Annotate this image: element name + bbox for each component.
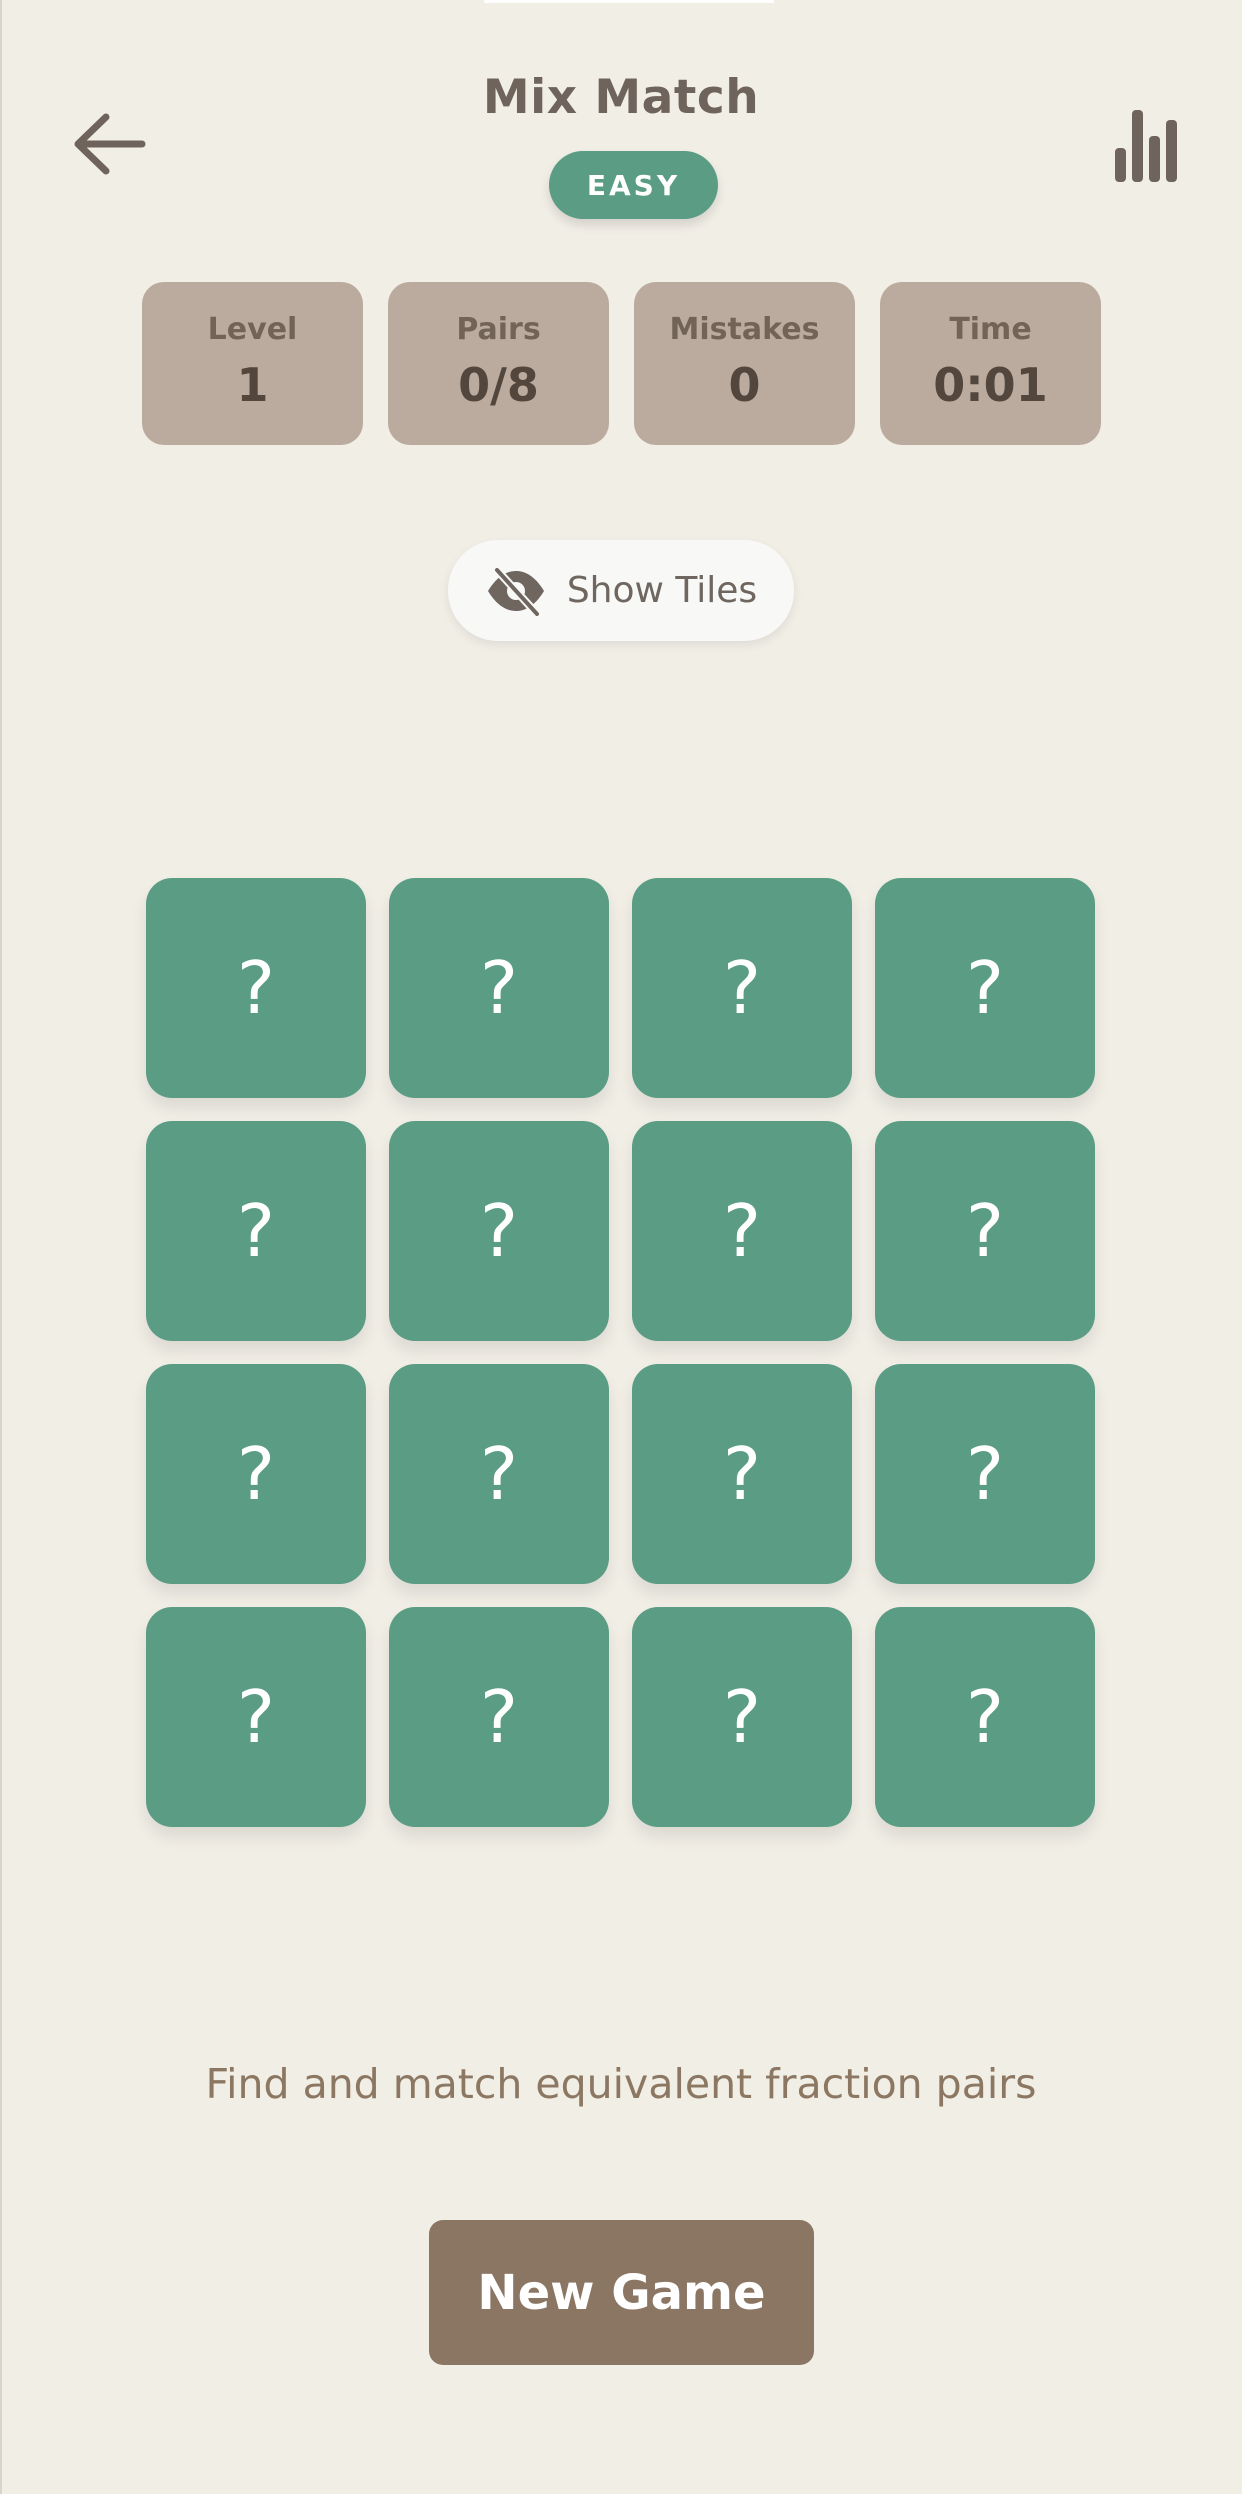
instruction-text: Find and match equivalent fraction pairs xyxy=(205,2060,1037,2108)
stat-card-mistakes: Mistakes 0 xyxy=(634,282,855,445)
status-indicator xyxy=(484,0,774,3)
difficulty-badge: EASY xyxy=(549,151,718,219)
tile[interactable]: ? xyxy=(389,1121,609,1341)
stat-card-pairs: Pairs 0/8 xyxy=(388,282,609,445)
tile[interactable]: ? xyxy=(632,1121,852,1341)
eye-off-icon xyxy=(485,565,547,616)
new-game-button[interactable]: New Game xyxy=(429,2220,814,2365)
show-tiles-label: Show Tiles xyxy=(566,570,758,611)
stat-label: Time xyxy=(949,312,1032,347)
stat-value: 0:01 xyxy=(933,358,1048,412)
bar-chart-icon xyxy=(1115,110,1177,182)
stat-value: 0/8 xyxy=(458,358,539,412)
tile[interactable]: ? xyxy=(875,1607,1095,1827)
tile-grid: ? ? ? ? ? ? ? ? ? ? ? ? ? ? ? ? xyxy=(146,878,1096,1828)
show-tiles-button[interactable]: Show Tiles xyxy=(448,540,794,641)
tile[interactable]: ? xyxy=(632,1364,852,1584)
stat-card-time: Time 0:01 xyxy=(880,282,1101,445)
tile[interactable]: ? xyxy=(632,878,852,1098)
tile[interactable]: ? xyxy=(146,1121,366,1341)
tile[interactable]: ? xyxy=(875,878,1095,1098)
stat-label: Mistakes xyxy=(669,312,820,347)
stat-label: Pairs xyxy=(456,312,541,347)
tile[interactable]: ? xyxy=(389,1607,609,1827)
stat-label: Level xyxy=(207,312,298,347)
screen-edge xyxy=(0,0,2,2494)
tile[interactable]: ? xyxy=(146,1364,366,1584)
stat-value: 0 xyxy=(728,358,761,412)
stats-button[interactable] xyxy=(1106,100,1186,188)
tile[interactable]: ? xyxy=(875,1364,1095,1584)
tile[interactable]: ? xyxy=(632,1607,852,1827)
stat-card-level: Level 1 xyxy=(142,282,363,445)
tile[interactable]: ? xyxy=(875,1121,1095,1341)
tile[interactable]: ? xyxy=(389,878,609,1098)
page-title: Mix Match xyxy=(482,70,760,125)
tile[interactable]: ? xyxy=(146,878,366,1098)
tile[interactable]: ? xyxy=(146,1607,366,1827)
stat-value: 1 xyxy=(236,358,269,412)
tile[interactable]: ? xyxy=(389,1364,609,1584)
